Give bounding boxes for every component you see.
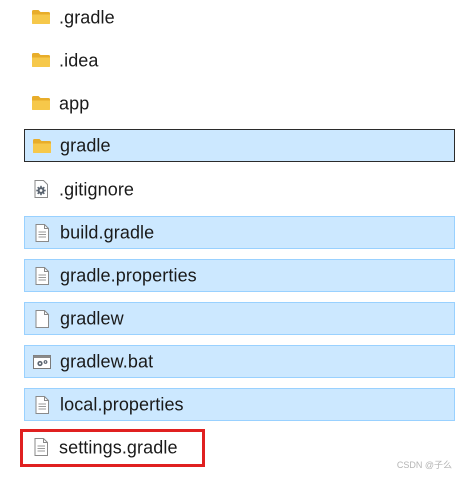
file-row-gradle-properties[interactable]: gradle.properties (24, 259, 455, 292)
document-icon (32, 224, 52, 242)
file-row-local-properties[interactable]: local.properties (24, 388, 455, 421)
file-row-gradlew[interactable]: gradlew (24, 302, 455, 335)
file-row-dot-gitignore[interactable]: .gitignore (24, 173, 455, 206)
file-row-app[interactable]: app (24, 87, 455, 120)
file-name: gradlew (60, 308, 124, 328)
file-row-gradlew-bat[interactable]: gradlew.bat (24, 345, 455, 378)
batch-file-icon (32, 353, 52, 371)
file-name: settings.gradle (59, 437, 178, 457)
file-name: .idea (59, 50, 99, 70)
file-row-dot-gradle[interactable]: .gradle (24, 1, 455, 34)
file-name: .gitignore (59, 179, 135, 199)
file-name: .gradle (59, 7, 115, 27)
file-row-gradle[interactable]: gradle (24, 129, 455, 162)
folder-icon (31, 94, 51, 112)
watermark: CSDN @子么 (396, 460, 452, 470)
file-row-settings-gradle[interactable]: settings.gradle (24, 431, 455, 464)
file-row-dot-idea[interactable]: .idea (24, 44, 455, 77)
folder-icon (31, 51, 51, 69)
file-list: settings.gradle local.properties gradlew.b… (0, 0, 456, 479)
document-icon (32, 396, 52, 414)
folder-icon (31, 8, 51, 26)
document-icon (32, 267, 52, 285)
file-row-build-gradle[interactable]: build.gradle (24, 216, 455, 249)
file-name: app (59, 93, 90, 113)
file-name: gradlew.bat (60, 351, 154, 371)
settings-file-icon (31, 180, 51, 198)
file-name: local.properties (60, 394, 184, 414)
file-name: build.gradle (60, 222, 155, 242)
folder-icon (32, 137, 52, 155)
blank-file-icon (32, 310, 52, 328)
document-icon (31, 438, 51, 456)
file-name: gradle.properties (60, 265, 197, 285)
file-name: gradle (60, 135, 111, 155)
